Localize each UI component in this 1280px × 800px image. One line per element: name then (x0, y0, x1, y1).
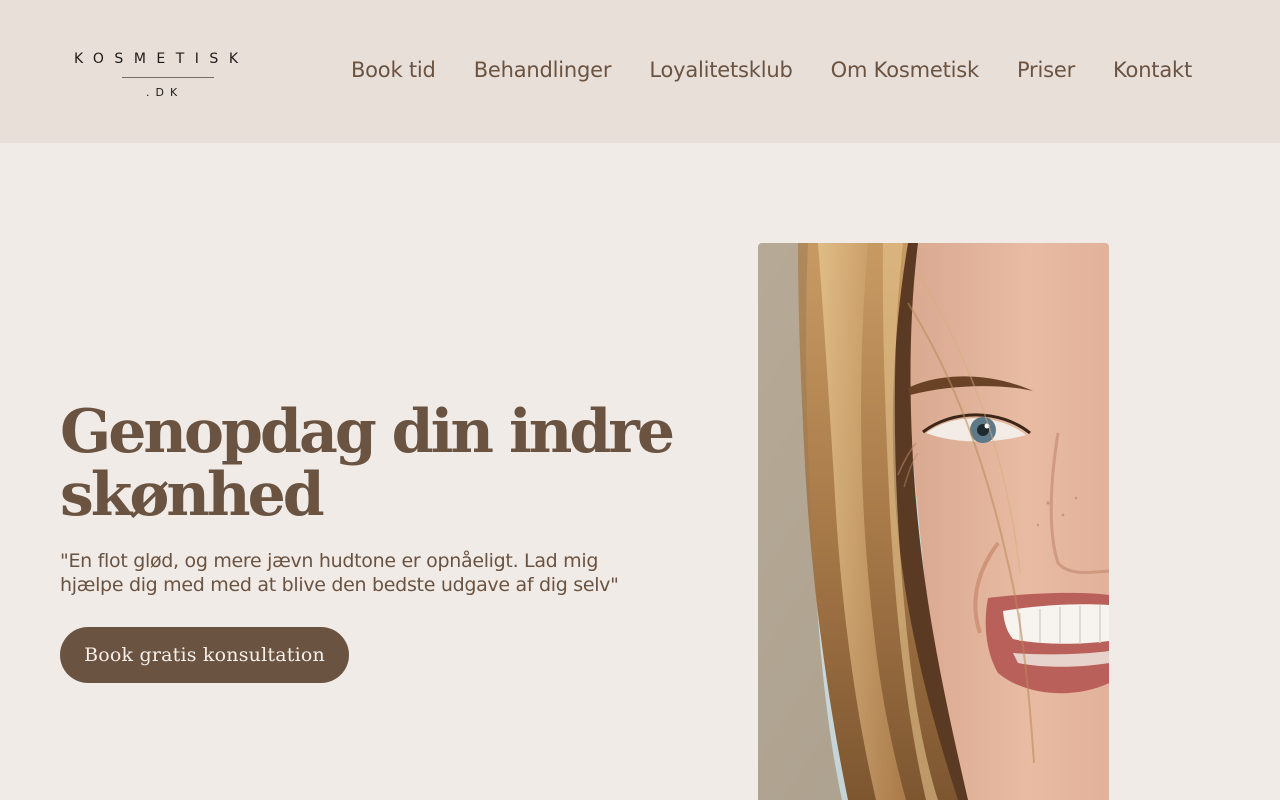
site-logo[interactable]: KOSMETISK .DK (74, 50, 264, 104)
nav-item-om-kosmetisk[interactable]: Om Kosmetisk (831, 56, 980, 84)
logo-wordmark: KOSMETISK (74, 51, 249, 67)
nav-item-behandlinger[interactable]: Behandlinger (474, 56, 612, 84)
book-consultation-button[interactable]: Book gratis konsultation (60, 627, 349, 683)
hero-title: Genopdag din indre skønhed (60, 397, 675, 530)
nav-item-loyalitetsklub[interactable]: Loyalitetsklub (649, 56, 793, 84)
hero-portrait-image (758, 243, 1109, 800)
nav-item-kontakt[interactable]: Kontakt (1113, 56, 1192, 84)
site-header: KOSMETISK .DK Book tid Behandlinger Loya… (0, 0, 1280, 143)
portrait-illustration (758, 243, 1109, 800)
hero-quote: "En flot glød, og mere jævn hudtone er o… (60, 550, 619, 596)
logo-divider (122, 77, 214, 78)
nav-item-priser[interactable]: Priser (1017, 56, 1075, 84)
nav-item-book-tid[interactable]: Book tid (351, 56, 436, 84)
main-navigation: Book tid Behandlinger Loyalitetsklub Om … (351, 56, 1192, 84)
logo-domain: .DK (146, 86, 184, 99)
